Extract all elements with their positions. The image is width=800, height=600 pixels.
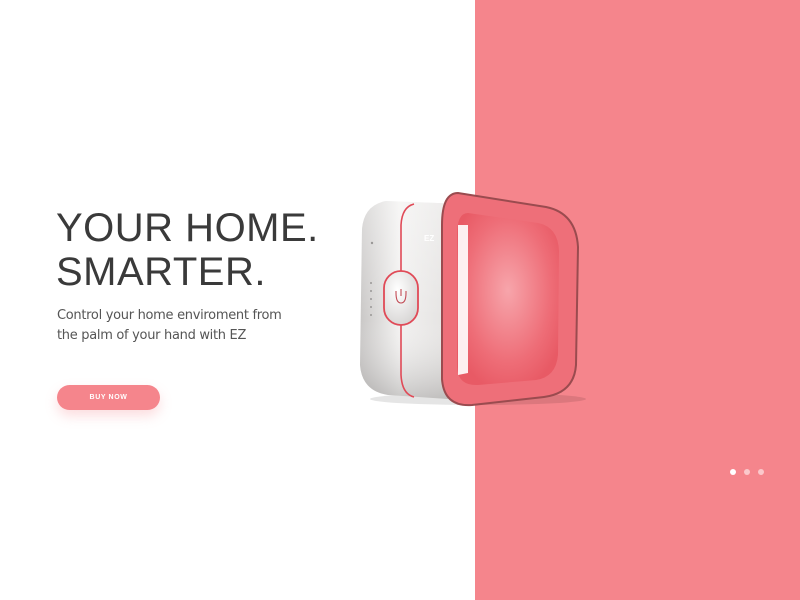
device-control-button xyxy=(383,270,419,326)
hero-subtitle: Control your home enviroment from the pa… xyxy=(57,308,282,343)
device-status-dot xyxy=(370,241,374,245)
pager-dot-3[interactable] xyxy=(758,469,764,475)
slide-pager xyxy=(730,469,764,475)
hero-title: YOUR HOME. SMARTER. xyxy=(56,206,356,294)
device-brand-label: EZ xyxy=(424,234,434,243)
pager-dot-1[interactable] xyxy=(730,469,736,475)
device-inner-glow xyxy=(457,213,559,386)
hero-title-line-1: YOUR HOME. xyxy=(56,206,319,250)
device-light-strip xyxy=(458,225,468,375)
pager-dot-2[interactable] xyxy=(744,469,750,475)
product-image: EZ xyxy=(350,185,590,410)
hero-title-line-2: SMARTER. xyxy=(56,250,266,294)
buy-now-button[interactable]: BUY NOW xyxy=(57,385,160,410)
